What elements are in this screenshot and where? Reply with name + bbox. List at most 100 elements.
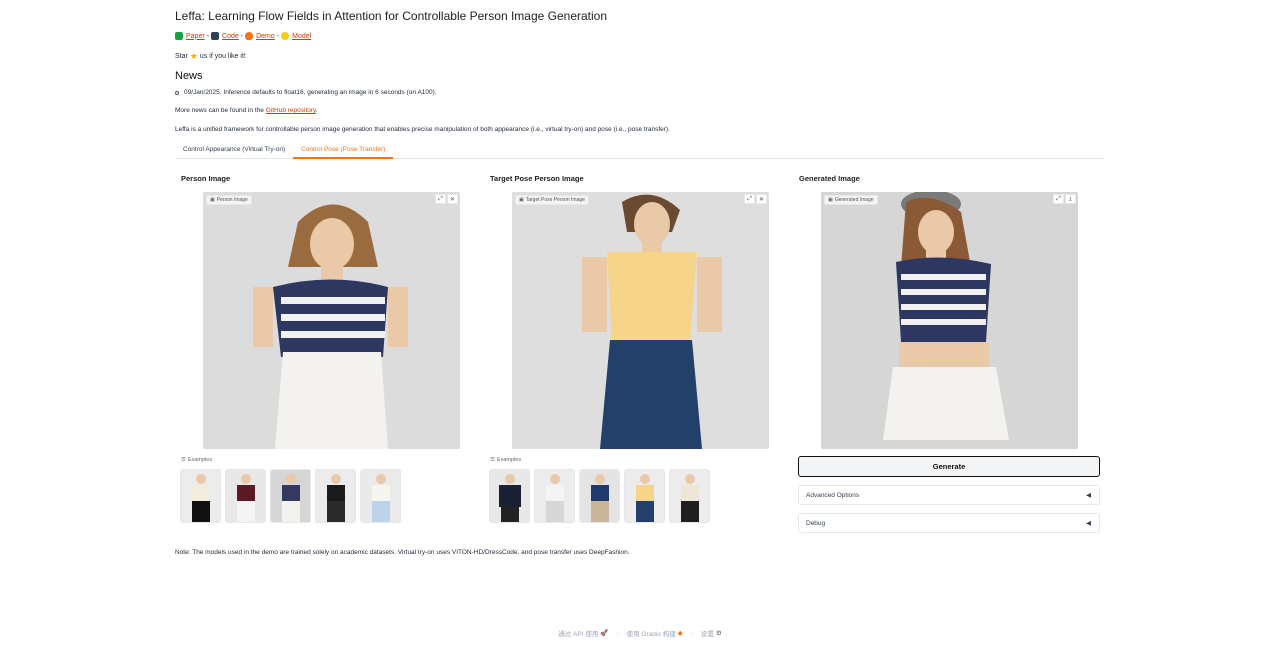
tab-virtual-try-on[interactable]: Control Appearance (Virtual Try-on)	[175, 143, 293, 159]
footer-separator: ·	[690, 629, 693, 637]
thumb-image	[271, 470, 310, 522]
more-news: More news can be found in the GitHub rep…	[175, 107, 318, 114]
thumb-image	[361, 470, 400, 522]
fullscreen-icon[interactable]: ⤢	[1053, 194, 1064, 204]
example-thumbnail[interactable]	[270, 469, 311, 523]
more-news-suffix: .	[315, 107, 318, 114]
download-icon[interactable]: ⤓	[1065, 194, 1076, 204]
gradio-link[interactable]: 使用 Gradio 构建 ◆	[627, 628, 683, 638]
thumb-image	[670, 470, 709, 522]
image-label-chip: ▣ Person Image	[206, 195, 252, 205]
page: Leffa: Learning Flow Fields in Attention…	[0, 0, 1280, 646]
debug-accordion[interactable]: Debug ◀	[798, 513, 1100, 533]
generate-button[interactable]: Generate	[798, 456, 1100, 477]
paper-link[interactable]: Paper	[186, 33, 205, 40]
examples-text: Examples	[187, 457, 213, 463]
thumb-image	[181, 470, 220, 522]
generated-image: ▣ Generated Image ⤢ ⤓	[821, 192, 1078, 449]
page-title: Leffa: Learning Flow Fields in Attention…	[175, 9, 608, 23]
footer-separator: ·	[616, 629, 619, 637]
hugging-face-icon	[281, 32, 290, 40]
advanced-options-label: Advanced Options	[806, 491, 860, 499]
example-thumbnail[interactable]	[624, 469, 665, 523]
list-icon: ☰	[490, 457, 495, 463]
star-line: Star ★ us if you like it!	[175, 51, 246, 62]
star-suffix: us if you like it!	[199, 53, 246, 60]
bullet-icon	[175, 90, 179, 95]
api-link-text: 通过 API 使用	[558, 631, 599, 638]
example-thumbnail[interactable]	[489, 469, 530, 523]
generated-photo	[821, 192, 1078, 449]
thumb-image	[226, 470, 265, 522]
github-cat-icon	[211, 32, 220, 40]
thumb-image	[535, 470, 574, 522]
close-icon[interactable]: ✕	[756, 194, 767, 204]
example-thumbnail[interactable]	[579, 469, 620, 523]
image-label-chip: ▣ Generated Image	[824, 195, 878, 205]
news-item: 09/Jan/2025. Inference defaults to float…	[175, 89, 437, 96]
star-icon: ★	[189, 51, 198, 61]
github-repository-link[interactable]: GitHub repository	[266, 107, 316, 114]
footer: 通过 API 使用 🚀 · 使用 Gradio 构建 ◆ · 设置 ⚙	[0, 628, 1280, 639]
settings-link-text: 设置	[700, 631, 714, 638]
more-news-text: More news can be found in the	[175, 107, 264, 114]
gradio-link-text: 使用 Gradio 构建	[626, 631, 676, 638]
example-thumbnail[interactable]	[180, 469, 221, 523]
gradio-logo-icon: ◆	[677, 630, 683, 637]
collapse-arrow-icon: ◀	[1086, 492, 1091, 499]
chip-text: Person Image	[216, 197, 248, 203]
api-link[interactable]: 通过 API 使用 🚀	[558, 628, 608, 638]
chip-text: Target Pose Person Image	[525, 197, 585, 203]
generated-image-label: Generated Image	[799, 174, 860, 183]
fullscreen-icon[interactable]: ⤢	[435, 194, 446, 204]
link-separator: -	[206, 32, 210, 40]
example-thumbnail[interactable]	[315, 469, 356, 523]
person-examples	[180, 469, 401, 523]
examples-label: ☰ Examples	[490, 457, 521, 463]
demo-link[interactable]: Demo	[256, 33, 275, 40]
person-photo	[203, 192, 460, 449]
example-thumbnail[interactable]	[360, 469, 401, 523]
code-link[interactable]: Code	[222, 33, 239, 40]
thumb-image	[490, 470, 529, 522]
thumb-image	[625, 470, 664, 522]
example-thumbnail[interactable]	[534, 469, 575, 523]
tab-pose-transfer[interactable]: Control Pose (Pose Transfer)	[293, 143, 394, 159]
example-thumbnail[interactable]	[669, 469, 710, 523]
advanced-options-accordion[interactable]: Advanced Options ◀	[798, 485, 1100, 505]
description: Leffa is a unified framework for control…	[175, 126, 670, 133]
image-label-chip: ▣ Target Pose Person Image	[515, 195, 589, 205]
image-toolbar: ⤢ ✕	[435, 194, 458, 204]
image-icon: ▣	[210, 197, 215, 203]
rocket-icon: 🚀	[600, 630, 609, 637]
fullscreen-icon[interactable]: ⤢	[744, 194, 755, 204]
link-separator: -	[240, 32, 244, 40]
model-link[interactable]: Model	[292, 33, 311, 40]
list-icon: ☰	[181, 457, 186, 463]
target-pose-image-label: Target Pose Person Image	[490, 174, 584, 183]
image-icon: ▣	[828, 197, 833, 203]
footnote: Note: The models used in the demo are tr…	[175, 549, 630, 556]
example-thumbnail[interactable]	[225, 469, 266, 523]
thumb-image	[580, 470, 619, 522]
examples-text: Examples	[496, 457, 522, 463]
image-toolbar: ⤢ ⤓	[1053, 194, 1076, 204]
chip-text: Generated Image	[834, 197, 874, 203]
collapse-arrow-icon: ◀	[1086, 520, 1091, 527]
thumb-image	[316, 470, 355, 522]
close-icon[interactable]: ✕	[447, 194, 458, 204]
header-links: Paper - Code - Demo - Model	[175, 32, 311, 40]
debug-label: Debug	[806, 519, 826, 527]
link-separator: -	[276, 32, 280, 40]
target-pose-image[interactable]: ▣ Target Pose Person Image ⤢ ✕	[512, 192, 769, 449]
target-photo	[512, 192, 769, 449]
news-item-text: 09/Jan/2025. Inference defaults to float…	[184, 89, 437, 96]
news-heading: News	[175, 70, 203, 82]
gear-icon: ⚙	[715, 630, 722, 637]
tab-bar: Control Appearance (Virtual Try-on) Cont…	[175, 143, 1105, 159]
person-image-label: Person Image	[181, 174, 231, 183]
person-image[interactable]: ▣ Person Image ⤢ ✕	[203, 192, 460, 449]
target-examples	[489, 469, 710, 523]
image-toolbar: ⤢ ✕	[744, 194, 767, 204]
settings-link[interactable]: 设置 ⚙	[701, 628, 722, 638]
